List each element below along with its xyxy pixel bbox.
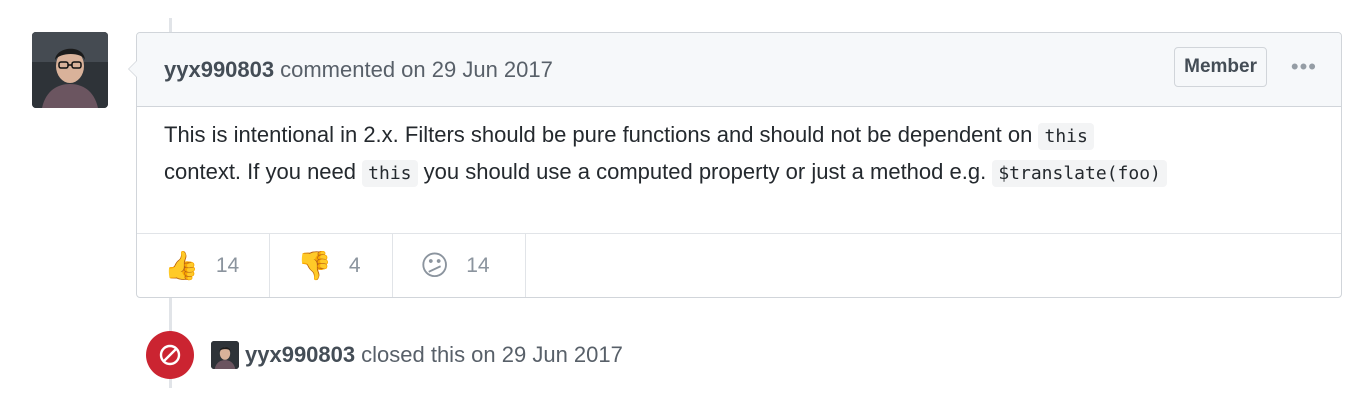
event-author[interactable]: yyx990803 (245, 342, 355, 368)
closed-event: yyx990803 closed this on 29 Jun 2017 (146, 331, 623, 379)
comment-timestamp[interactable]: commented on 29 Jun 2017 (280, 57, 553, 83)
confused-icon: 😕 (420, 249, 450, 281)
comment-line-2: context. If you need this you should use… (164, 154, 1314, 191)
reactions-bar: 👍 14 👎 4 😕 14 (137, 234, 1341, 297)
inline-code: $translate(foo) (992, 160, 1167, 187)
comment-body: This is intentional in 2.x. Filters shou… (137, 107, 1341, 234)
event-text: closed this on 29 Jun 2017 (361, 342, 623, 367)
comment-box: yyx990803 commented on 29 Jun 2017 Membe… (128, 32, 1342, 298)
comment-line-1: This is intentional in 2.x. Filters shou… (164, 117, 1314, 154)
reaction-thumbs-up[interactable]: 👍 14 (137, 234, 270, 297)
reaction-thumbs-down[interactable]: 👎 4 (270, 234, 393, 297)
thumbs-up-icon: 👍 (164, 249, 199, 281)
comment-text: you should use a computed property or ju… (423, 159, 987, 184)
comment-author[interactable]: yyx990803 (164, 57, 274, 83)
comment-text: context. If you need (164, 159, 357, 184)
comment-header: yyx990803 commented on 29 Jun 2017 Membe… (137, 33, 1341, 107)
kebab-horizontal-icon[interactable]: ••• (1291, 55, 1317, 79)
avatar[interactable] (32, 32, 108, 108)
reaction-count: 14 (215, 253, 240, 277)
inline-code: this (1038, 123, 1094, 150)
circle-slash-icon (146, 331, 194, 379)
avatar[interactable] (211, 341, 239, 369)
thumbs-down-icon: 👎 (297, 249, 332, 281)
member-badge: Member (1174, 47, 1267, 87)
reaction-confused[interactable]: 😕 14 (393, 234, 526, 297)
inline-code: this (362, 160, 418, 187)
reaction-count: 14 (466, 253, 490, 277)
comment-text: This is intentional in 2.x. Filters shou… (164, 122, 1033, 147)
reaction-count: 4 (348, 253, 361, 277)
